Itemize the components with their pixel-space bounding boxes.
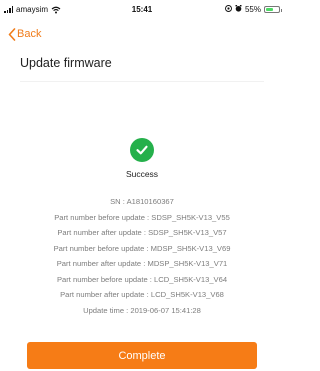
check-circle-icon bbox=[130, 138, 154, 162]
battery-percent: 55% bbox=[244, 5, 261, 14]
battery-icon bbox=[264, 6, 282, 13]
chevron-left-icon bbox=[8, 27, 16, 41]
back-label: Back bbox=[17, 28, 42, 40]
complete-button[interactable]: Complete bbox=[27, 342, 257, 369]
info-mdsp-after: Part number after update : MDSP_SH5K-V13… bbox=[56, 259, 228, 268]
status-bar-right: 55% bbox=[225, 5, 282, 14]
status-bar: amaysim 15:41 55% bbox=[0, 0, 284, 20]
info-update-time: Update time : 2019-06-07 15:41:28 bbox=[83, 305, 201, 315]
back-button[interactable]: Back bbox=[8, 24, 41, 44]
info-mdsp-before: Part number before update : MDSP_SH5K-V1… bbox=[53, 243, 231, 253]
update-info-list: SN : A1810160367 Part number before upda… bbox=[0, 194, 284, 318]
result-title: Success bbox=[125, 169, 159, 179]
info-sdsp-after: Part number after update : SDSP_SH5K-V13… bbox=[57, 228, 227, 237]
page-title: Update firmware bbox=[20, 56, 112, 70]
update-firmware-screen: amaysim 15:41 55% Back Update firmware S… bbox=[0, 0, 284, 371]
info-sdsp-before: Part number before update : SDSP_SH5K-V1… bbox=[54, 212, 230, 222]
alarm-icon bbox=[235, 5, 242, 14]
info-serial-number: SN : A1810160367 bbox=[110, 197, 174, 206]
location-icon bbox=[225, 5, 232, 14]
header-divider bbox=[20, 81, 264, 82]
info-lcd-after: Part number after update : LCD_SH5K-V13_… bbox=[60, 290, 224, 299]
info-lcd-before: Part number before update : LCD_SH5K-V13… bbox=[56, 274, 228, 284]
